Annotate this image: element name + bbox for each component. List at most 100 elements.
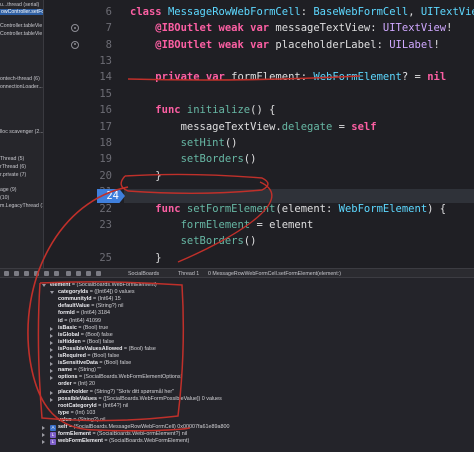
variable-row[interactable]: type = (Int) 103 <box>58 410 95 417</box>
code-line[interactable]: setBorders() <box>130 233 257 249</box>
environment-overrides-icon[interactable] <box>86 271 91 276</box>
disclosure-collapsed-icon[interactable] <box>50 340 53 345</box>
variable-row[interactable]: communityId = (Int64) 15 <box>58 296 121 303</box>
source-editor[interactable]: 67813141516171819202122232526272829 24 c… <box>44 0 474 268</box>
code-line[interactable]: func initialize() { <box>130 102 275 118</box>
variable-row[interactable]: categoryIds = ([Int64]) 0 values <box>58 289 135 296</box>
disclosure-collapsed-icon[interactable] <box>50 333 53 338</box>
code-line[interactable]: } <box>130 168 161 184</box>
variable-name: webFormElement <box>58 438 103 445</box>
code-line[interactable]: @IBOutlet weak var messageTextView: UITe… <box>130 20 452 36</box>
navigator-frame-item[interactable]: (10) <box>0 195 9 201</box>
variable-row[interactable]: isHidden = (Bool) false <box>58 339 114 346</box>
navigator-frame-item[interactable]: ontech-thread (6) <box>0 76 40 82</box>
navigator-frame-item[interactable]: Controller.tableVie <box>0 23 42 29</box>
variable-row[interactable]: value = (String?) nil <box>58 417 106 424</box>
disclosure-collapsed-icon[interactable] <box>50 397 53 402</box>
variable-row[interactable]: possibleValues = ([SocialBoards.WebFormP… <box>58 396 222 403</box>
pause-continue-icon[interactable] <box>24 271 29 276</box>
variable-row[interactable]: name = (String) "" <box>58 367 101 374</box>
code-token: messageTextView <box>275 22 371 35</box>
step-out-icon[interactable] <box>54 271 59 276</box>
variable-value: 20 <box>89 381 96 388</box>
navigator-frame-item[interactable]: Thread (5) <box>0 156 24 162</box>
navigator-frame-item[interactable]: onnectionLoader... <box>0 84 43 90</box>
variable-row[interactable]: defaultValue = (String?) nil <box>58 303 123 310</box>
variable-type: = (String?) <box>71 416 101 423</box>
variable-row[interactable]: element = (SocialBoards.WebFormElement) <box>50 282 157 289</box>
variable-row[interactable]: isGlobal = (Bool) false <box>58 332 113 339</box>
code-line[interactable]: } <box>130 250 161 266</box>
argument-badge-icon: A <box>50 424 56 431</box>
variable-type: = (Bool) <box>76 324 99 331</box>
disclosure-collapsed-icon[interactable] <box>50 326 53 331</box>
code-token: , <box>408 5 421 18</box>
navigator-frame-item[interactable]: r.private (7) <box>0 172 26 178</box>
variable-row[interactable]: order = (Int) 20 <box>58 381 95 388</box>
variable-row[interactable]: isPossibleValuesAllowed = (Bool) false <box>58 346 156 353</box>
variable-row[interactable]: formElement = (SocialBoards.WebFormEleme… <box>58 431 187 438</box>
code-token: func <box>155 202 187 215</box>
variable-type: = (Int64?) <box>96 402 123 409</box>
navigator-frame-item[interactable]: rThread (6) <box>0 164 26 170</box>
code-line[interactable]: private var formElement: WebFormElement?… <box>130 69 446 85</box>
disclosure-collapsed-icon[interactable] <box>50 376 53 381</box>
code-line[interactable]: @IBOutlet weak var placeholderLabel: UIL… <box>130 37 440 53</box>
variable-row[interactable]: isRequired = (Bool) false <box>58 353 119 360</box>
navigator-frame-item[interactable]: age (9) <box>0 187 16 193</box>
step-over-icon[interactable] <box>34 271 39 276</box>
code-line[interactable]: formElement = element <box>130 217 314 233</box>
variable-row[interactable]: placeholder = (String?) "Skriv ditt spør… <box>58 389 174 396</box>
outlet-connection-icon[interactable] <box>71 40 79 49</box>
step-into-icon[interactable] <box>44 271 49 276</box>
view-debugger-icon[interactable] <box>66 271 71 276</box>
line-number: 23 <box>99 219 112 231</box>
variable-row[interactable]: formId = (Int64) 3184 <box>58 310 110 317</box>
variable-row[interactable]: self = (SocialBoards.MessageRowWebFormCe… <box>58 424 229 431</box>
code-line[interactable]: messageTextView.delegate = self <box>130 119 377 135</box>
code-line[interactable]: class MessageRowWebFormCell: BaseWebForm… <box>130 4 474 20</box>
variable-row[interactable]: options = (SocialBoards.WebFormElementOp… <box>58 374 182 381</box>
disclosure-collapsed-icon[interactable] <box>50 355 53 359</box>
instruction-pointer[interactable]: 24 <box>97 189 125 203</box>
navigator-frame-item[interactable]: owController.setForm <box>0 9 43 15</box>
disclosure-collapsed-icon[interactable] <box>50 347 53 352</box>
breakpoints-toggle-icon[interactable] <box>14 271 19 276</box>
code-token: () <box>243 235 257 248</box>
code-token: () { <box>250 104 276 117</box>
disclosure-collapsed-icon[interactable] <box>50 390 53 395</box>
variable-name: isPossibleValuesAllowed <box>58 345 123 352</box>
variable-value: nil <box>100 416 106 423</box>
memory-graph-icon[interactable] <box>76 271 81 276</box>
debug-breadcrumb-segment[interactable]: Thread 1 <box>178 271 199 277</box>
navigator-frame-item[interactable]: lloc scavenger (2... <box>0 129 43 135</box>
variable-row[interactable]: id = (Int64) 41099 <box>58 318 101 325</box>
code-line[interactable]: setBorders() <box>130 151 257 167</box>
disclosure-collapsed-icon[interactable] <box>42 440 45 445</box>
variable-row[interactable]: rootCategoryId = (Int64?) nil <box>58 403 128 410</box>
variable-type: = (SocialBoards.WebFormElement) <box>102 438 190 445</box>
navigator-frame-item[interactable]: u...thread (serial) <box>0 2 39 8</box>
variable-type: = (String?) <box>88 388 117 395</box>
hide-debug-area-icon[interactable] <box>4 271 9 276</box>
navigator-frame-item[interactable]: Controller.tableVie <box>0 31 42 37</box>
variable-type: = (SocialBoards.MessageRowWebFormCell) <box>67 424 178 430</box>
disclosure-collapsed-icon[interactable] <box>42 433 45 438</box>
variable-row[interactable]: isSensitiveData = (Bool) false <box>58 360 131 367</box>
location-icon[interactable] <box>96 271 101 276</box>
navigator-frame-item[interactable]: m.LegacyThread (1 <box>0 203 43 209</box>
variable-row[interactable]: isBasic = (Bool) true <box>58 325 108 332</box>
disclosure-collapsed-icon[interactable] <box>42 426 45 430</box>
variable-row[interactable]: webFormElement = (SocialBoards.WebFormEl… <box>58 438 189 445</box>
disclosure-collapsed-icon[interactable] <box>50 369 53 374</box>
debug-breadcrumb-segment[interactable]: 0 MessageRowWebFormCell.setFormElement(e… <box>208 271 341 277</box>
debug-breadcrumb-segment[interactable]: SocialBoards <box>128 271 159 277</box>
disclosure-collapsed-icon[interactable] <box>50 362 53 367</box>
disclosure-expanded-icon[interactable] <box>50 291 54 295</box>
variables-view[interactable]: element = (SocialBoards.WebFormElement) … <box>0 278 474 452</box>
variable-type: = (String?) <box>89 303 119 310</box>
code-line[interactable]: func setFormElement(element: WebFormElem… <box>130 201 446 217</box>
code-line[interactable]: setHint() <box>130 135 238 151</box>
disclosure-expanded-icon[interactable] <box>42 284 46 287</box>
